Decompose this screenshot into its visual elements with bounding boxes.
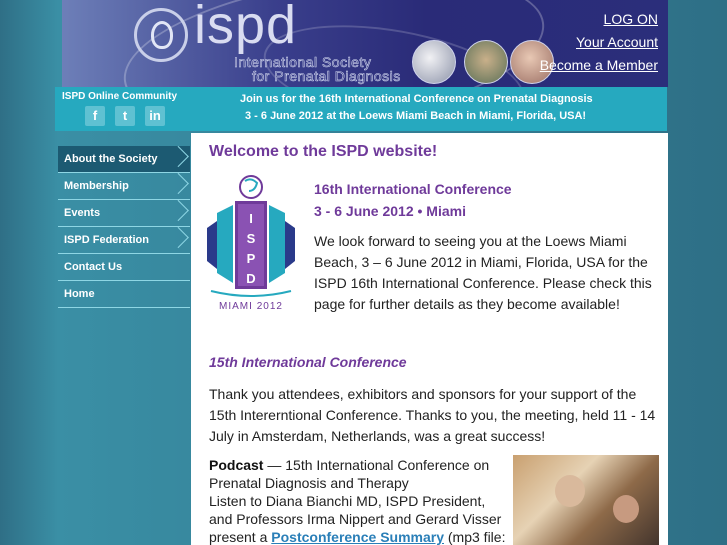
conf-logo-letter: D <box>246 271 255 286</box>
chevron-right-icon <box>167 199 189 222</box>
section-heading-15th-conference: 15th International Conference <box>209 354 407 370</box>
sidebar-nav: About the Society Membership Events ISPD… <box>58 145 190 308</box>
conf-logo-wing-left <box>217 205 233 283</box>
podcast-text: (mp3 file: <box>444 529 506 545</box>
conf-logo-letter: S <box>247 231 256 246</box>
main-content: Welcome to the ISPD website! I S P D MIA… <box>191 133 668 545</box>
conf-logo-wing-right-outer <box>285 221 295 269</box>
sidebar-item-label: Home <box>64 288 95 300</box>
conf-logo-underline <box>210 290 292 297</box>
sidebar-item-label: Events <box>64 207 101 219</box>
podcast-paragraph: Podcast — 15th International Conference … <box>209 456 509 545</box>
page-title: Welcome to the ISPD website! <box>209 143 438 160</box>
podcast-label: Podcast <box>209 457 264 473</box>
sidebar-item-ispd-federation[interactable]: ISPD Federation <box>58 226 190 254</box>
header-photo-ultrasound <box>412 40 456 84</box>
15th-conference-description: Thank you attendees, exhibitors and spon… <box>209 386 656 444</box>
meeting-photo <box>513 455 659 545</box>
sidebar-item-contact-us[interactable]: Contact Us <box>58 254 190 281</box>
banner-line-1: Join us for the 16th International Confe… <box>240 93 593 105</box>
sidebar-item-about-the-society[interactable]: About the Society <box>58 145 190 173</box>
conf-logo-wing-right <box>269 205 285 283</box>
person-figure <box>555 475 585 507</box>
sidebar-item-events[interactable]: Events <box>58 199 190 227</box>
miami-2012-conference-logo: I S P D MIAMI 2012 <box>207 175 295 312</box>
header-photo-lab <box>464 40 508 84</box>
sidebar-item-label: Contact Us <box>64 261 123 273</box>
person-figure <box>613 495 639 523</box>
conference-date: 3 - 6 June 2012 • Miami <box>314 203 466 219</box>
sidebar-item-home[interactable]: Home <box>58 281 190 308</box>
chevron-right-icon <box>167 145 189 168</box>
site-header: ispd International Society for Prenatal … <box>62 0 668 87</box>
banner-line-2: 3 - 6 June 2012 at the Loews Miami Beach… <box>245 110 587 122</box>
become-member-link[interactable]: Become a Member <box>540 57 658 73</box>
conf-logo-wing-left-outer <box>207 221 217 269</box>
log-on-link[interactable]: LOG ON <box>604 11 658 27</box>
ispd-logo-text[interactable]: ispd <box>194 0 297 56</box>
conf-logo-letter: P <box>247 251 256 266</box>
sidebar-item-label: ISPD Federation <box>64 234 149 246</box>
logo-subtitle-line2: for Prenatal Diagnosis <box>252 68 401 85</box>
sidebar-item-label: About the Society <box>64 153 158 165</box>
chevron-right-icon <box>167 172 189 195</box>
fetus-icon <box>151 21 173 49</box>
postconference-summary-link[interactable]: Postconference Summary <box>271 529 444 545</box>
conference-title: 16th International Conference <box>314 181 512 197</box>
conf-logo-letter: I <box>249 211 253 226</box>
facebook-icon[interactable]: f <box>85 106 105 126</box>
ispd-logo-emblem-icon[interactable] <box>134 8 188 62</box>
conference-description: We look forward to seeing you at the Loe… <box>314 233 652 312</box>
conf-logo-caption: MIAMI 2012 <box>219 301 283 312</box>
sidebar-item-membership[interactable]: Membership <box>58 172 190 200</box>
announcement-banner: ISPD Online Community f t in Join us for… <box>55 87 667 131</box>
online-community-label: ISPD Online Community <box>62 91 178 102</box>
your-account-link[interactable]: Your Account <box>576 34 658 50</box>
linkedin-icon[interactable]: in <box>145 106 165 126</box>
chevron-right-icon <box>167 226 189 249</box>
sidebar-item-label: Membership <box>64 180 129 192</box>
page: ispd International Society for Prenatal … <box>0 0 727 545</box>
twitter-icon[interactable]: t <box>115 106 135 126</box>
